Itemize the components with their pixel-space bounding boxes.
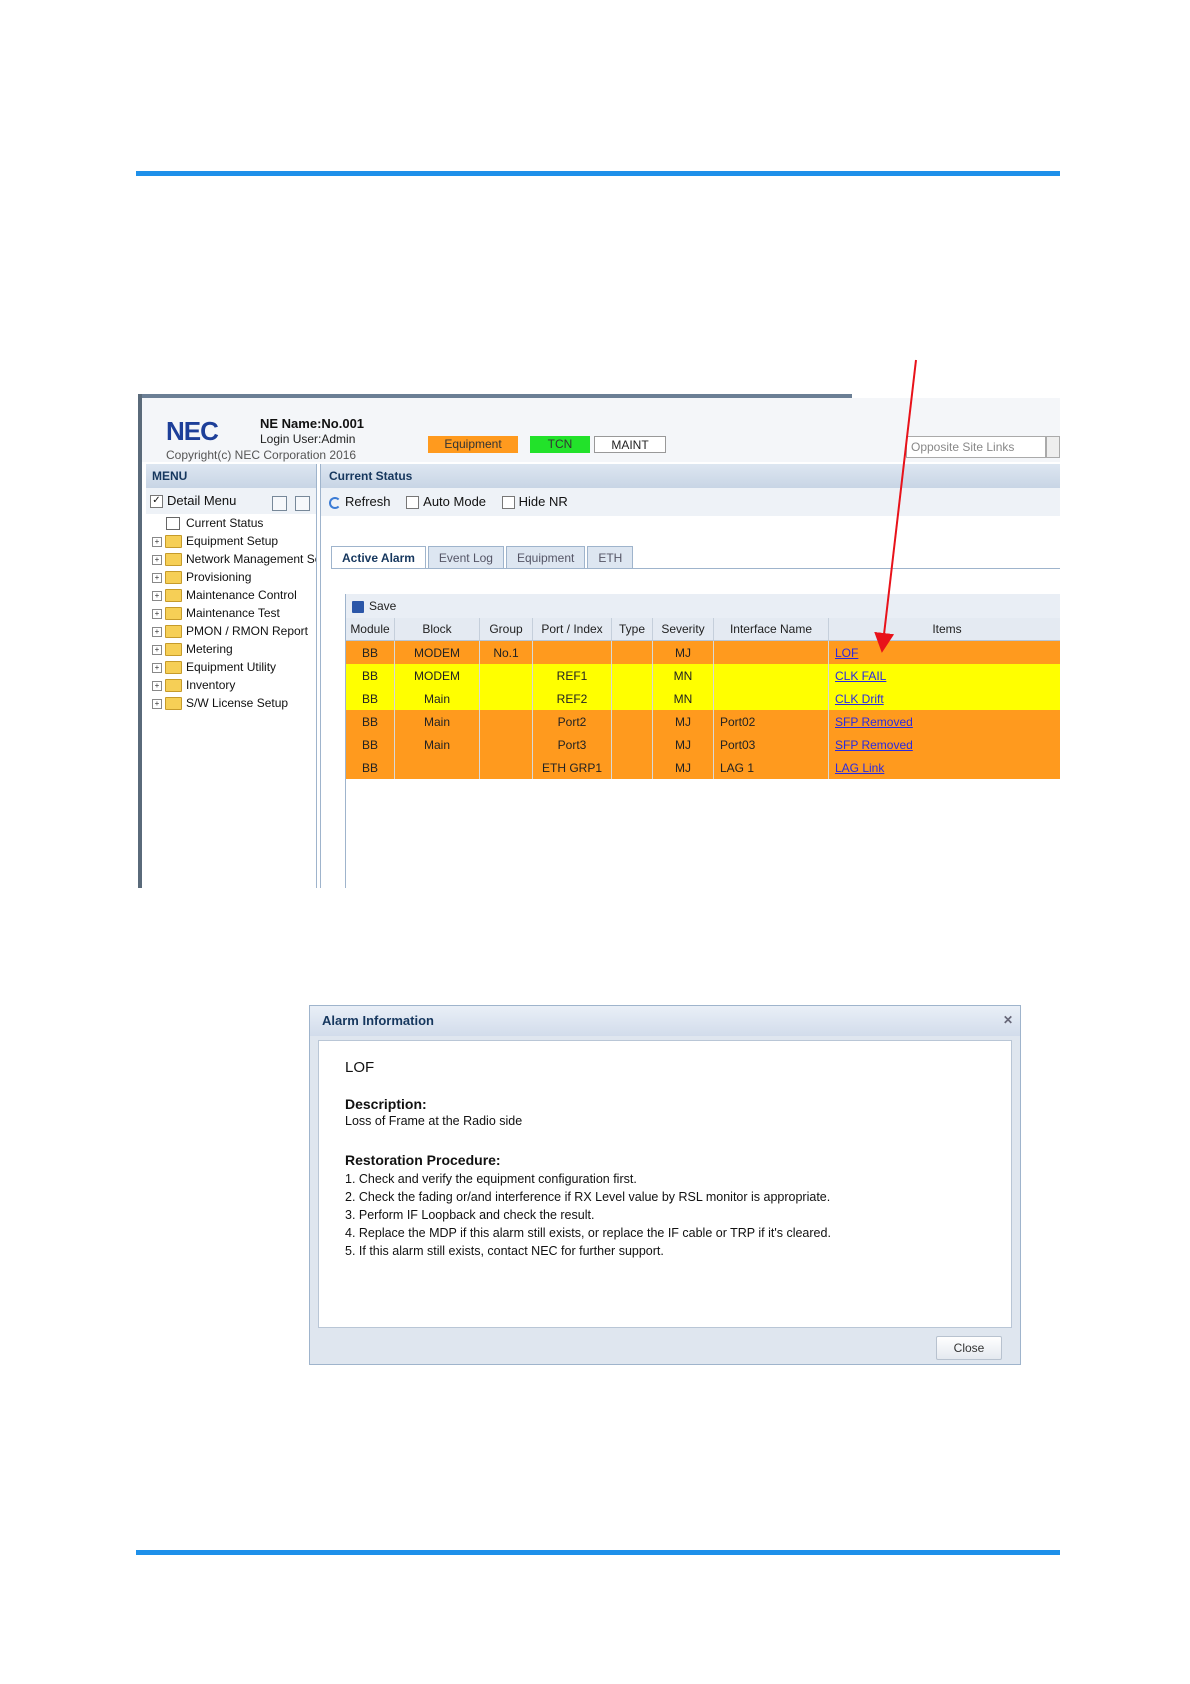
cell-block: Main (394, 733, 480, 756)
procedure-step: 2. Check the fading or/and interference … (345, 1190, 831, 1204)
cell-type (611, 710, 653, 733)
arrow-line (874, 359, 917, 653)
cell-group (479, 733, 533, 756)
procedure-step: 1. Check and verify the equipment config… (345, 1172, 637, 1186)
dialog-title: Alarm Information (322, 1013, 434, 1028)
cell-module: BB (346, 710, 395, 733)
cell-interface: Port03 (713, 733, 829, 756)
close-icon[interactable]: ✕ (1002, 1014, 1014, 1026)
close-button[interactable]: Close (936, 1336, 1002, 1360)
procedure-heading: Restoration Procedure: (345, 1152, 501, 1168)
cell-module: BB (346, 733, 395, 756)
dialog-title-bar: Alarm Information ✕ (310, 1006, 1020, 1036)
alarm-item-link[interactable]: SFP Removed (835, 715, 913, 729)
bottom-rule (136, 1550, 1060, 1555)
cell-port: ETH GRP1 (532, 756, 612, 779)
table-row[interactable]: BB Main Port3 MJ Port03 SFP Removed (346, 733, 1060, 756)
cell-type (611, 733, 653, 756)
cell-interface: Port02 (713, 710, 829, 733)
procedure-step: 3. Perform IF Loopback and check the res… (345, 1208, 595, 1222)
dialog-footer: Close (310, 1330, 1020, 1364)
table-row[interactable]: BB Main Port2 MJ Port02 SFP Removed (346, 710, 1060, 733)
cell-port: Port2 (532, 710, 612, 733)
cell-item: SFP Removed (828, 733, 1060, 756)
cell-type (611, 756, 653, 779)
procedure-step: 4. Replace the MDP if this alarm still e… (345, 1226, 831, 1240)
cell-block: Main (394, 710, 480, 733)
red-callout-arrow (874, 359, 917, 653)
cell-group (479, 756, 533, 779)
cell-item: SFP Removed (828, 710, 1060, 733)
description-heading: Description: (345, 1096, 427, 1112)
cell-severity: MJ (652, 733, 714, 756)
description-text: Loss of Frame at the Radio side (345, 1114, 523, 1128)
cell-interface: LAG 1 (713, 756, 829, 779)
table-row[interactable]: BB ETH GRP1 MJ LAG 1 LAG Link (346, 756, 1060, 779)
cell-port: Port3 (532, 733, 612, 756)
cell-module: BB (346, 756, 395, 779)
expand-icon[interactable]: + (152, 698, 162, 709)
procedure-step: 5. If this alarm still exists, contact N… (345, 1244, 664, 1258)
cell-severity: MJ (652, 756, 714, 779)
alarm-name: LOF (345, 1059, 375, 1076)
cell-item: LAG Link (828, 756, 1060, 779)
cell-group (479, 710, 533, 733)
dialog-body: LOF Description: Loss of Frame at the Ra… (318, 1040, 1012, 1328)
cell-severity: MJ (652, 710, 714, 733)
alarm-item-link[interactable]: SFP Removed (835, 738, 913, 752)
alarm-information-dialog: Alarm Information ✕ LOF Description: Los… (309, 1005, 1021, 1365)
cell-block (394, 756, 480, 779)
alarm-item-link[interactable]: LAG Link (835, 761, 884, 775)
